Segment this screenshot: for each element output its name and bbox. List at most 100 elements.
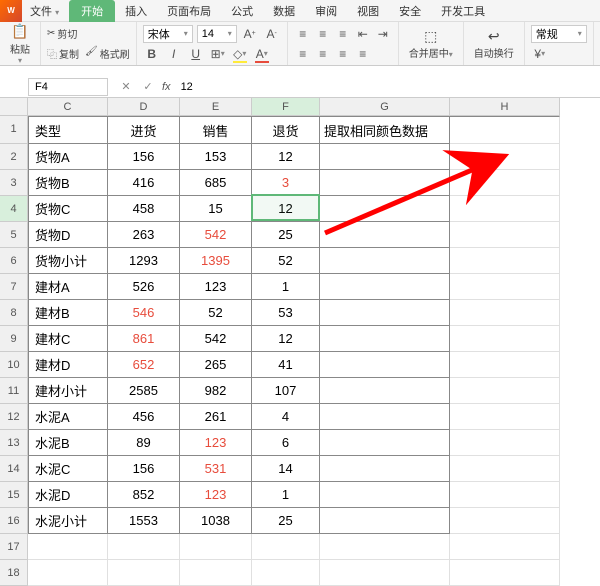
empty-cell[interactable] [320, 560, 450, 586]
data-cell[interactable]: 2585 [108, 378, 180, 404]
data-cell[interactable] [320, 508, 450, 534]
data-cell[interactable]: 456 [108, 404, 180, 430]
cancel-edit-icon[interactable]: ✕ [118, 79, 134, 95]
data-cell[interactable] [450, 430, 560, 456]
data-cell[interactable] [450, 300, 560, 326]
align-left-icon[interactable]: ≡ [294, 45, 312, 63]
data-cell[interactable]: 15 [180, 196, 252, 222]
data-cell[interactable]: 685 [180, 170, 252, 196]
empty-cell[interactable] [450, 534, 560, 560]
decrease-font-icon[interactable]: A- [263, 25, 281, 43]
data-cell[interactable] [450, 196, 560, 222]
data-cell[interactable]: 建材C [28, 326, 108, 352]
header-cell[interactable]: 销售 [180, 116, 252, 144]
row-header[interactable]: 4 [0, 196, 28, 222]
empty-cell[interactable] [108, 534, 180, 560]
data-cell[interactable] [320, 352, 450, 378]
row-header[interactable]: 13 [0, 430, 28, 456]
data-cell[interactable]: 265 [180, 352, 252, 378]
font-name-select[interactable]: 宋体▾ [143, 25, 193, 43]
data-cell[interactable] [320, 222, 450, 248]
empty-cell[interactable] [252, 560, 320, 586]
indent-right-icon[interactable]: ⇥ [374, 25, 392, 43]
row-header[interactable]: 11 [0, 378, 28, 404]
underline-icon[interactable]: U [187, 45, 205, 63]
data-cell[interactable] [450, 404, 560, 430]
data-cell[interactable]: 542 [180, 222, 252, 248]
header-cell[interactable]: 提取相同颜色数据 [320, 116, 450, 144]
align-top-icon[interactable]: ≡ [294, 25, 312, 43]
data-cell[interactable]: 建材D [28, 352, 108, 378]
data-cell[interactable] [450, 508, 560, 534]
data-cell[interactable] [450, 482, 560, 508]
data-cell[interactable]: 542 [180, 326, 252, 352]
row-header[interactable]: 14 [0, 456, 28, 482]
data-cell[interactable] [320, 482, 450, 508]
empty-cell[interactable] [180, 560, 252, 586]
align-middle-icon[interactable]: ≡ [314, 25, 332, 43]
data-cell[interactable]: 123 [180, 430, 252, 456]
align-right-icon[interactable]: ≡ [334, 45, 352, 63]
data-cell[interactable]: 1293 [108, 248, 180, 274]
data-cell[interactable]: 263 [108, 222, 180, 248]
spreadsheet-grid[interactable]: CDEFGH 1类型进货销售退货提取相同颜色数据2货物A156153123货物B… [0, 98, 600, 586]
col-header-G[interactable]: G [320, 98, 450, 116]
indent-left-icon[interactable]: ⇤ [354, 25, 372, 43]
align-center-icon[interactable]: ≡ [314, 45, 332, 63]
col-header-H[interactable]: H [450, 98, 560, 116]
data-cell[interactable]: 1 [252, 274, 320, 300]
data-cell[interactable]: 14 [252, 456, 320, 482]
row-header[interactable]: 5 [0, 222, 28, 248]
data-cell[interactable]: 861 [108, 326, 180, 352]
select-all-corner[interactable] [0, 98, 28, 116]
ribbon-tab-2[interactable]: 页面布局 [157, 0, 221, 22]
cut-button[interactable]: ✂剪切 [47, 24, 130, 44]
data-cell[interactable] [320, 404, 450, 430]
merge-center-button[interactable]: ⬚ 合并居中▾ [405, 27, 457, 60]
data-cell[interactable]: 水泥A [28, 404, 108, 430]
row-header[interactable]: 9 [0, 326, 28, 352]
data-cell[interactable]: 12 [252, 326, 320, 352]
data-cell[interactable]: 货物D [28, 222, 108, 248]
data-cell[interactable]: 52 [180, 300, 252, 326]
ribbon-tab-7[interactable]: 安全 [389, 0, 431, 22]
data-cell[interactable] [320, 248, 450, 274]
ribbon-tab-1[interactable]: 插入 [115, 0, 157, 22]
data-cell[interactable]: 1553 [108, 508, 180, 534]
wrap-text-button[interactable]: ↩ 自动换行 [470, 27, 518, 60]
data-cell[interactable] [450, 248, 560, 274]
empty-cell[interactable] [28, 560, 108, 586]
ribbon-tab-8[interactable]: 开发工具 [431, 0, 495, 22]
data-cell[interactable]: 156 [108, 144, 180, 170]
data-cell[interactable] [320, 170, 450, 196]
row-header[interactable]: 12 [0, 404, 28, 430]
data-cell[interactable]: 1038 [180, 508, 252, 534]
data-cell[interactable] [450, 378, 560, 404]
empty-cell[interactable] [450, 560, 560, 586]
data-cell[interactable] [450, 144, 560, 170]
empty-cell[interactable] [180, 534, 252, 560]
data-cell[interactable]: 982 [180, 378, 252, 404]
data-cell[interactable]: 建材B [28, 300, 108, 326]
data-cell[interactable]: 107 [252, 378, 320, 404]
data-cell[interactable]: 416 [108, 170, 180, 196]
row-header[interactable]: 10 [0, 352, 28, 378]
data-cell[interactable]: 852 [108, 482, 180, 508]
data-cell[interactable] [320, 326, 450, 352]
row-header[interactable]: 8 [0, 300, 28, 326]
row-header[interactable]: 16 [0, 508, 28, 534]
font-color-icon[interactable]: A▾ [253, 45, 271, 63]
col-header-D[interactable]: D [108, 98, 180, 116]
data-cell[interactable]: 12 [252, 144, 320, 170]
currency-icon[interactable]: ¥▾ [531, 45, 549, 63]
col-header-F[interactable]: F [252, 98, 320, 116]
data-cell[interactable]: 6 [252, 430, 320, 456]
data-cell[interactable]: 货物小计 [28, 248, 108, 274]
data-cell[interactable]: 261 [180, 404, 252, 430]
empty-cell[interactable] [108, 560, 180, 586]
row-header[interactable]: 2 [0, 144, 28, 170]
data-cell[interactable]: 53 [252, 300, 320, 326]
data-cell[interactable]: 41 [252, 352, 320, 378]
align-bottom-icon[interactable]: ≡ [334, 25, 352, 43]
data-cell[interactable] [450, 222, 560, 248]
